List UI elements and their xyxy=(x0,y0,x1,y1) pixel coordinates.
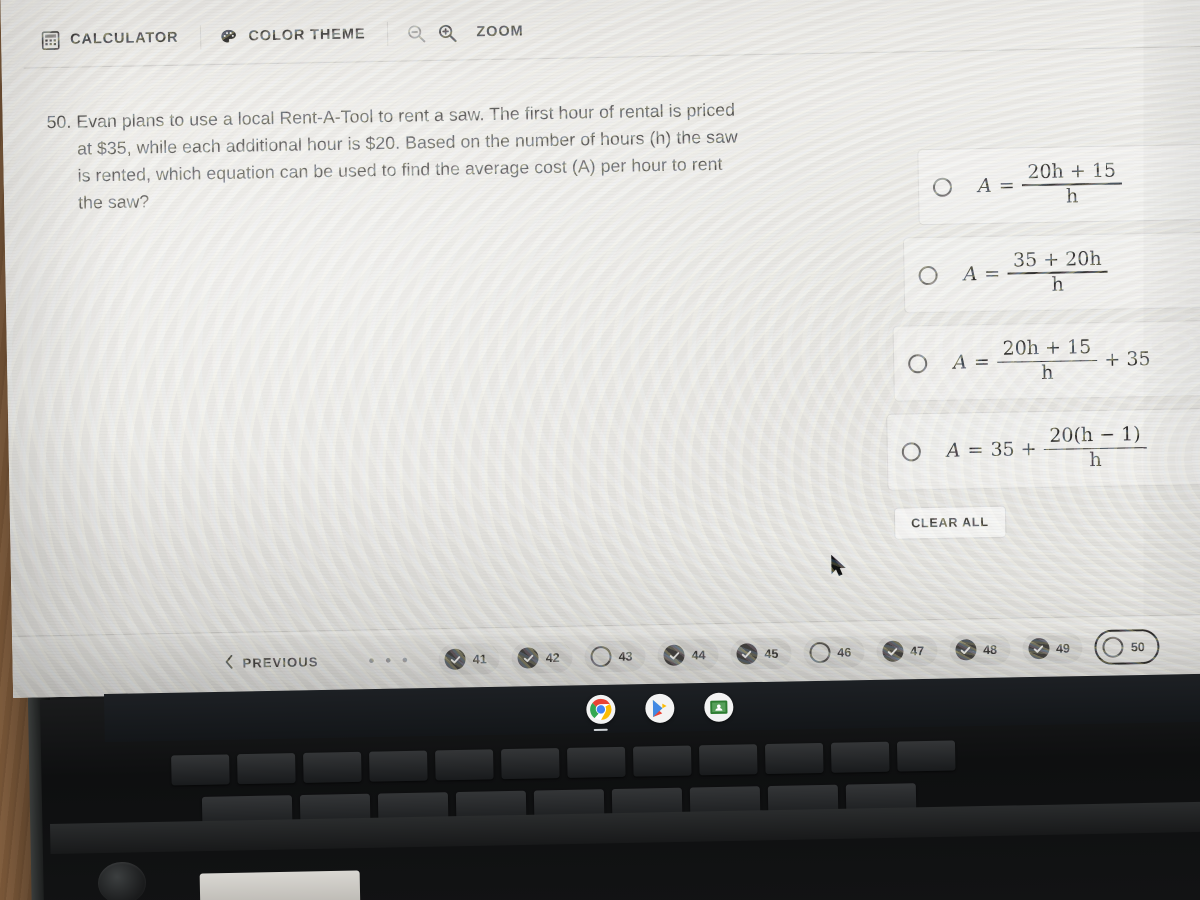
calculator-button[interactable]: CALCULATOR xyxy=(23,24,201,54)
radio-button-d[interactable] xyxy=(901,442,922,462)
chevron-left-icon xyxy=(224,654,233,672)
question-pill-label-44: 44 xyxy=(691,647,706,662)
previous-button-label: PREVIOUS xyxy=(242,654,319,671)
magnifier-plus-icon[interactable] xyxy=(437,22,458,43)
radio-button-c[interactable] xyxy=(908,353,928,374)
question-pill-43[interactable]: 43 xyxy=(584,640,646,673)
question-pill-49[interactable]: 49 xyxy=(1021,632,1084,665)
unanswered-circle-icon xyxy=(809,641,831,664)
question-pill-label-46: 46 xyxy=(837,645,852,660)
question-pill-label-49: 49 xyxy=(1055,641,1071,656)
answer-choice-c[interactable]: A = 20h + 15 h + 35 xyxy=(892,319,1200,403)
nav-ellipsis[interactable]: • • • xyxy=(368,650,411,671)
fraction-c: 20h + 15 h xyxy=(996,336,1098,385)
question-pill-label-45: 45 xyxy=(764,646,779,661)
answered-check-icon xyxy=(517,647,539,669)
question-pill-label-50: 50 xyxy=(1130,639,1145,654)
photo-scene: Algebra 2 HA Posttest xyxy=(0,0,1200,900)
color-theme-button[interactable]: COLOR THEME xyxy=(201,20,388,50)
equation-suffix-c: + 35 xyxy=(1104,348,1151,372)
radio-button-a[interactable] xyxy=(932,177,953,197)
answer-choice-a[interactable]: A = 20h + 15 h xyxy=(917,143,1200,226)
equation-prefix-d: 35 + xyxy=(990,438,1037,462)
equation-equals-c: = xyxy=(973,351,991,374)
answer-choice-list: A = 20h + 15 h A = 35 + 20h h A = 20h + … xyxy=(886,143,1200,502)
chrome-icon[interactable] xyxy=(585,694,616,731)
radio-button-b[interactable] xyxy=(918,265,938,285)
answered-check-icon xyxy=(663,644,685,666)
question-pill-label-47: 47 xyxy=(910,643,925,658)
answer-choice-b[interactable]: A = 35 + 20h h xyxy=(902,231,1200,314)
answered-check-icon xyxy=(736,643,758,665)
fraction-denominator-a: h xyxy=(1065,185,1079,208)
equation-lhs-b: A xyxy=(963,263,978,286)
fraction-numerator-d: 20(h − 1) xyxy=(1049,423,1141,448)
answer-equation-a: A = 20h + 15 h xyxy=(978,160,1123,209)
question-pill-label-41: 41 xyxy=(472,651,487,666)
question-pill-42[interactable]: 42 xyxy=(511,641,573,674)
question-number: 50. xyxy=(46,111,72,133)
fraction-denominator-c: h xyxy=(1041,361,1054,385)
answered-check-icon xyxy=(954,639,977,661)
question-pill-46[interactable]: 46 xyxy=(803,636,865,669)
google-classroom-icon[interactable] xyxy=(703,691,734,722)
equation-lhs-d: A xyxy=(946,439,961,463)
question-pill-47[interactable]: 47 xyxy=(875,634,938,668)
question-pill-44[interactable]: 44 xyxy=(657,638,719,672)
magnifier-minus-icon[interactable] xyxy=(406,23,427,44)
laptop-screen: Algebra 2 HA Posttest xyxy=(0,0,1200,698)
answer-equation-d: A = 35 + 20(h − 1) h xyxy=(946,424,1147,474)
fraction-a: 20h + 15 h xyxy=(1021,159,1123,208)
fraction-b: 35 + 20h h xyxy=(1007,247,1108,297)
question-pill-label-48: 48 xyxy=(982,642,998,657)
unanswered-circle-icon xyxy=(590,645,612,668)
fraction-denominator-d: h xyxy=(1089,449,1102,472)
question-pill-label-42: 42 xyxy=(545,650,560,665)
laptop-power-button[interactable] xyxy=(97,861,147,900)
fraction-denominator-b: h xyxy=(1051,273,1065,296)
answered-check-icon xyxy=(1027,637,1050,660)
question-block: 50. Evan plans to use a local Rent-A-Too… xyxy=(46,94,878,217)
calculator-button-label: CALCULATOR xyxy=(69,29,179,48)
answered-check-icon xyxy=(444,648,467,670)
question-pill-48[interactable]: 48 xyxy=(948,633,1011,666)
fraction-d: 20(h − 1) h xyxy=(1043,424,1147,472)
fraction-numerator-b: 35 + 20h xyxy=(1012,247,1102,272)
unanswered-circle-icon xyxy=(1102,636,1125,658)
equation-equals-b: = xyxy=(984,262,1001,286)
fraction-numerator-c: 20h + 15 xyxy=(1002,336,1092,360)
question-pill-50[interactable]: 50 xyxy=(1094,628,1161,666)
laptop-trackpad[interactable] xyxy=(199,870,361,900)
previous-button[interactable]: PREVIOUS xyxy=(224,653,319,672)
color-theme-button-label: COLOR THEME xyxy=(248,26,366,45)
equation-lhs-c: A xyxy=(953,351,968,374)
zoom-button-label: ZOOM xyxy=(476,23,524,41)
zoom-button[interactable]: ZOOM xyxy=(468,19,546,44)
chrome-active-indicator xyxy=(593,728,608,731)
equation-equals-a: = xyxy=(998,174,1015,197)
palette-icon xyxy=(219,27,238,46)
answer-choice-d[interactable]: A = 35 + 20(h − 1) h xyxy=(886,407,1200,491)
question-pill-41[interactable]: 41 xyxy=(438,642,501,676)
clear-all-button[interactable]: CLEAR ALL xyxy=(893,505,1006,540)
equation-lhs-a: A xyxy=(977,174,992,198)
question-pill-label-43: 43 xyxy=(618,649,633,664)
calculator-icon xyxy=(41,30,60,50)
zoom-controls: ZOOM xyxy=(388,19,546,46)
play-store-icon[interactable] xyxy=(644,693,675,723)
question-pill-45[interactable]: 45 xyxy=(730,637,792,670)
test-page: Algebra 2 HA Posttest xyxy=(0,0,1200,698)
question-text: 50. Evan plans to use a local Rent-A-Too… xyxy=(46,94,878,217)
answer-equation-b: A = 35 + 20h h xyxy=(963,247,1108,298)
answer-equation-c: A = 20h + 15 h + 35 xyxy=(953,336,1151,386)
fraction-numerator-a: 20h + 15 xyxy=(1027,159,1117,184)
answered-check-icon xyxy=(882,640,904,662)
equation-equals-d: = xyxy=(967,439,984,462)
